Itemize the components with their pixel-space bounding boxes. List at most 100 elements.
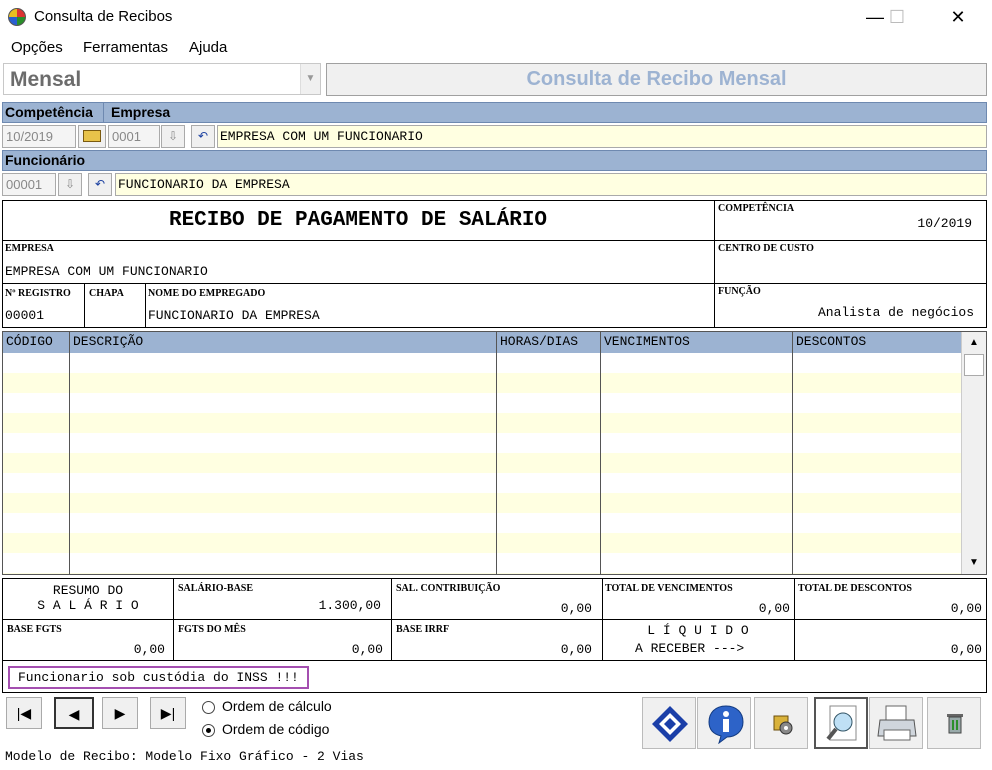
magnifier-icon [826,705,857,741]
competencia-box-value: 10/2019 [917,216,972,231]
liquido-line2: A RECEBER ---> [635,641,745,656]
last-record-icon: ▶| [160,705,176,721]
next-record-icon: ▶ [114,705,126,721]
resumo-line2: S A L Á R I O [37,598,139,613]
menu-ferramentas[interactable]: Ferramentas [83,39,168,56]
print-button[interactable] [869,697,923,749]
order-calculo-label[interactable]: Ordem de cálculo [222,698,332,714]
order-codigo-label[interactable]: Ordem de código [222,721,329,737]
competencia-empresa-strip: Competência Empresa [2,102,987,123]
funcionario-label: Funcionário [5,152,86,168]
resumo-line1: RESUMO DO [52,583,124,598]
total-desc-box: TOTAL DE DESCONTOS 0,00 [794,578,987,620]
folder-open-icon [83,130,101,142]
competencia-box: COMPETÊNCIA 10/2019 [714,200,987,241]
table-row[interactable] [3,373,961,393]
info-button[interactable] [697,697,751,749]
competencia-field[interactable]: 10/2019 [2,125,76,148]
total-venc-box: TOTAL DE VENCIMENTOS 0,00 [602,578,795,620]
first-record-button[interactable]: |◀ [6,697,42,729]
nome-label: NOME DO EMPREGADO [148,288,266,299]
settings-button[interactable] [754,697,808,749]
fgts-mes-box: FGTS DO MÊS 0,00 [173,619,392,661]
menu-ajuda[interactable]: Ajuda [189,39,227,56]
table-row[interactable] [3,473,961,493]
items-grid[interactable]: CÓDIGO DESCRIÇÃO HORAS/DIAS VENCIMENTOS … [2,331,987,575]
next-record-button[interactable]: ▶ [102,697,138,729]
preview-button[interactable] [814,697,868,749]
status-text: Modelo de Recibo: Modelo Fixo Gráfico - … [5,749,364,764]
last-record-button[interactable]: ▶| [150,697,186,729]
sal-contrib-box: SAL. CONTRIBUIÇÃO 0,00 [391,578,603,620]
empresa-code-field[interactable]: 0001 [108,125,160,148]
notice-bar: Funcionario sob custódia do INSS !!! [2,660,987,693]
table-row[interactable] [3,513,961,533]
grid-body [3,353,961,574]
table-row[interactable] [3,573,961,574]
centro-custo-label: CENTRO DE CUSTO [718,243,814,254]
base-fgts-box: BASE FGTS 0,00 [2,619,174,661]
scroll-down-icon[interactable]: ▼ [963,553,985,573]
centro-custo-box: CENTRO DE CUSTO [714,240,987,284]
undo-icon: ↶ [197,129,209,143]
table-row[interactable] [3,353,961,373]
resumo-box: RESUMO DO S A L Á R I O [2,578,174,620]
table-row[interactable] [3,413,961,433]
mode-select[interactable]: Mensal ▼ [3,63,321,95]
previous-record-button[interactable]: ◀ [54,697,94,729]
base-irrf-value: 0,00 [560,642,592,657]
table-row[interactable] [3,453,961,473]
salario-base-label: SALÁRIO-BASE [178,583,254,594]
navigate-button[interactable] [642,697,696,749]
maximize-button[interactable]: ☐ [874,0,920,34]
grid-scrollbar[interactable]: ▲ ▼ [961,332,986,574]
download-arrow-icon: ⇩ [64,177,76,191]
table-row[interactable] [3,553,961,573]
scroll-up-icon[interactable]: ▲ [963,333,985,353]
liquido-box: L Í Q U I D O A RECEBER ---> [602,619,795,661]
table-row[interactable] [3,393,961,413]
col-codigo[interactable]: CÓDIGO [6,334,53,349]
table-row[interactable] [3,433,961,453]
base-irrf-box: BASE IRRF 0,00 [391,619,603,661]
empresa-lookup-button[interactable]: ⇩ [161,125,185,148]
undo-icon: ↶ [94,177,106,191]
previous-record-icon: ◀ [68,706,80,722]
total-desc-value: 0,00 [950,601,982,616]
grid-header: CÓDIGO DESCRIÇÃO HORAS/DIAS VENCIMENTOS … [3,332,961,353]
col-horas-dias[interactable]: HORAS/DIAS [500,334,578,349]
printer-icon [877,705,917,741]
col-vencimentos[interactable]: VENCIMENTOS [604,334,690,349]
chapa-box: CHAPA [84,283,146,328]
base-fgts-label: BASE FGTS [7,624,62,635]
mode-select-value: Mensal [10,68,82,91]
table-row[interactable] [3,493,961,513]
funcionario-lookup-button[interactable]: ⇩ [58,173,82,196]
chevron-down-icon[interactable]: ▼ [300,64,320,94]
header-panel: Consulta de Recibo Mensal [326,63,987,96]
funcionario-code-field[interactable]: 00001 [2,173,56,196]
salario-base-value: 1.300,00 [318,598,381,613]
close-button[interactable]: ✕ [935,0,981,34]
total-venc-value: 0,00 [758,601,790,616]
competencia-box-label: COMPETÊNCIA [718,203,795,214]
funcionario-undo-button[interactable]: ↶ [88,173,112,196]
notice-text: Funcionario sob custódia do INSS !!! [8,666,309,689]
scroll-thumb[interactable] [964,354,984,376]
open-folder-button[interactable] [78,125,106,148]
col-descricao[interactable]: DESCRIÇÃO [73,334,143,349]
empresa-undo-button[interactable]: ↶ [191,125,215,148]
menu-opcoes[interactable]: Opções [11,39,63,56]
order-calculo-radio[interactable] [202,701,215,714]
trash-icon [947,714,963,734]
empresa-label: Empresa [111,104,171,120]
page-title: Consulta de Recibo Mensal [526,68,787,90]
col-descontos[interactable]: DESCONTOS [796,334,866,349]
funcao-label: FUNÇÃO [718,286,761,297]
nome-value: FUNCIONARIO DA EMPRESA [148,308,320,323]
app-icon [8,8,26,26]
delete-button[interactable] [927,697,981,749]
table-row[interactable] [3,533,961,553]
order-codigo-radio[interactable] [202,724,215,737]
empresa-box-label: EMPRESA [5,243,54,254]
